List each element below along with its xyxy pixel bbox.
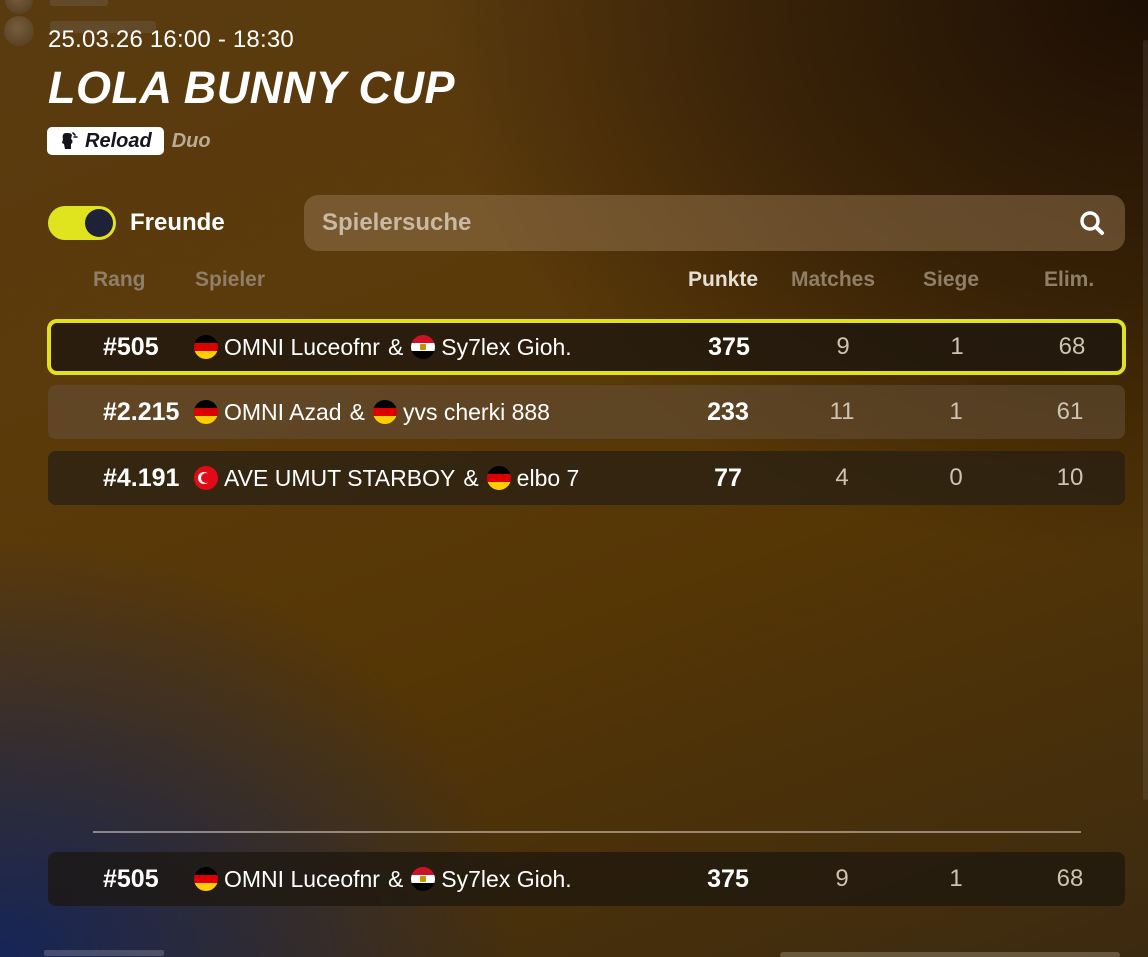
search-input[interactable]: [322, 209, 1077, 237]
row-matches: 11: [829, 398, 855, 425]
row-elims: 10: [1056, 464, 1084, 491]
row-players: AVE UMUT STARBOY & elbo 7: [194, 451, 579, 505]
row-points: 77: [714, 463, 742, 492]
tournament-meta: Reload Duo: [47, 127, 211, 155]
friends-toggle[interactable]: [48, 206, 116, 240]
turkey-flag-icon: [194, 466, 218, 490]
row-matches: 9: [836, 333, 850, 360]
player-name[interactable]: Sy7lex Gioh.: [441, 334, 571, 361]
row-points: 375: [707, 864, 749, 893]
row-points: 233: [707, 397, 749, 426]
germany-flag-icon: [486, 466, 511, 490]
toggle-knob: [85, 209, 113, 237]
germany-flag-icon: [194, 867, 218, 891]
search-icon[interactable]: [1077, 208, 1107, 238]
row-wins: 1: [950, 333, 964, 360]
column-header-player[interactable]: Spieler: [195, 268, 265, 292]
scrollbar[interactable]: [1143, 40, 1148, 800]
row-matches: 4: [835, 464, 849, 491]
column-header-points[interactable]: Punkte: [688, 268, 758, 292]
team-joiner: &: [387, 865, 404, 892]
row-rank: #505: [103, 864, 159, 893]
player-name[interactable]: AVE UMUT STARBOY: [224, 465, 455, 492]
avatar: [5, 0, 33, 14]
player-name[interactable]: Sy7lex Gioh.: [441, 866, 571, 893]
player-name[interactable]: elbo 7: [517, 465, 580, 492]
egypt-flag-icon: [411, 335, 436, 359]
player-name[interactable]: OMNI Azad: [224, 399, 342, 426]
row-rank: #4.191: [103, 463, 180, 492]
divider: [93, 831, 1081, 833]
column-header-wins[interactable]: Siege: [923, 268, 979, 292]
row-elims: 68: [1056, 865, 1084, 892]
row-wins: 1: [949, 398, 963, 425]
team-joiner: &: [349, 398, 365, 425]
avatar: [4, 16, 34, 46]
player-name[interactable]: OMNI Luceofnr: [224, 866, 380, 893]
row-players: OMNI Luceofnr & Sy7lex Gioh.: [194, 323, 572, 371]
reload-mode-icon: [62, 132, 78, 149]
mode-label: Reload: [85, 129, 152, 152]
row-players: OMNI Luceofnr & Sy7lex Gioh.: [194, 852, 572, 906]
row-rank: #2.215: [103, 397, 180, 426]
egypt-flag-icon: [411, 867, 436, 891]
row-elims: 61: [1056, 398, 1084, 425]
team-joiner: &: [463, 464, 479, 491]
tournament-title: LOLA BUNNY CUP: [48, 62, 456, 113]
row-wins: 1: [949, 865, 963, 892]
column-header-rank[interactable]: Rang: [93, 268, 146, 292]
player-name[interactable]: yvs cherki 888: [403, 399, 550, 426]
leaderboard-row[interactable]: #4.191 AVE UMUT STARBOY & elbo 7 77 4 0 …: [48, 451, 1125, 505]
row-rank: #505: [103, 332, 159, 361]
leaderboard-row[interactable]: #2.215 OMNI Azad & yvs cherki 888 233 11…: [48, 385, 1125, 439]
offscreen-content-hint: [780, 952, 1120, 957]
leaderboard-row-highlighted[interactable]: #505 OMNI Luceofnr & Sy7lex Gioh. 375 9 …: [47, 319, 1126, 375]
mode-badge: Reload: [47, 127, 164, 155]
chat-ghost-bar: [50, 0, 108, 6]
team-size-label: Duo: [171, 129, 211, 152]
germany-flag-icon: [194, 400, 218, 424]
column-header-matches[interactable]: Matches: [791, 268, 875, 292]
row-elims: 68: [1058, 333, 1086, 360]
row-points: 375: [708, 332, 750, 361]
column-header-elims[interactable]: Elim.: [1044, 268, 1094, 292]
own-placement-row[interactable]: #505 OMNI Luceofnr & Sy7lex Gioh. 375 9 …: [48, 852, 1125, 906]
friends-toggle-label: Freunde: [130, 209, 225, 236]
player-search[interactable]: [304, 195, 1125, 251]
row-wins: 0: [949, 464, 963, 491]
team-joiner: &: [387, 333, 404, 360]
tournament-datetime: 25.03.26 16:00 - 18:30: [48, 26, 294, 53]
offscreen-content-hint: [44, 950, 164, 956]
row-players: OMNI Azad & yvs cherki 888: [194, 385, 550, 439]
germany-flag-icon: [194, 335, 218, 359]
germany-flag-icon: [372, 400, 397, 424]
row-matches: 9: [835, 865, 849, 892]
player-name[interactable]: OMNI Luceofnr: [224, 334, 380, 361]
